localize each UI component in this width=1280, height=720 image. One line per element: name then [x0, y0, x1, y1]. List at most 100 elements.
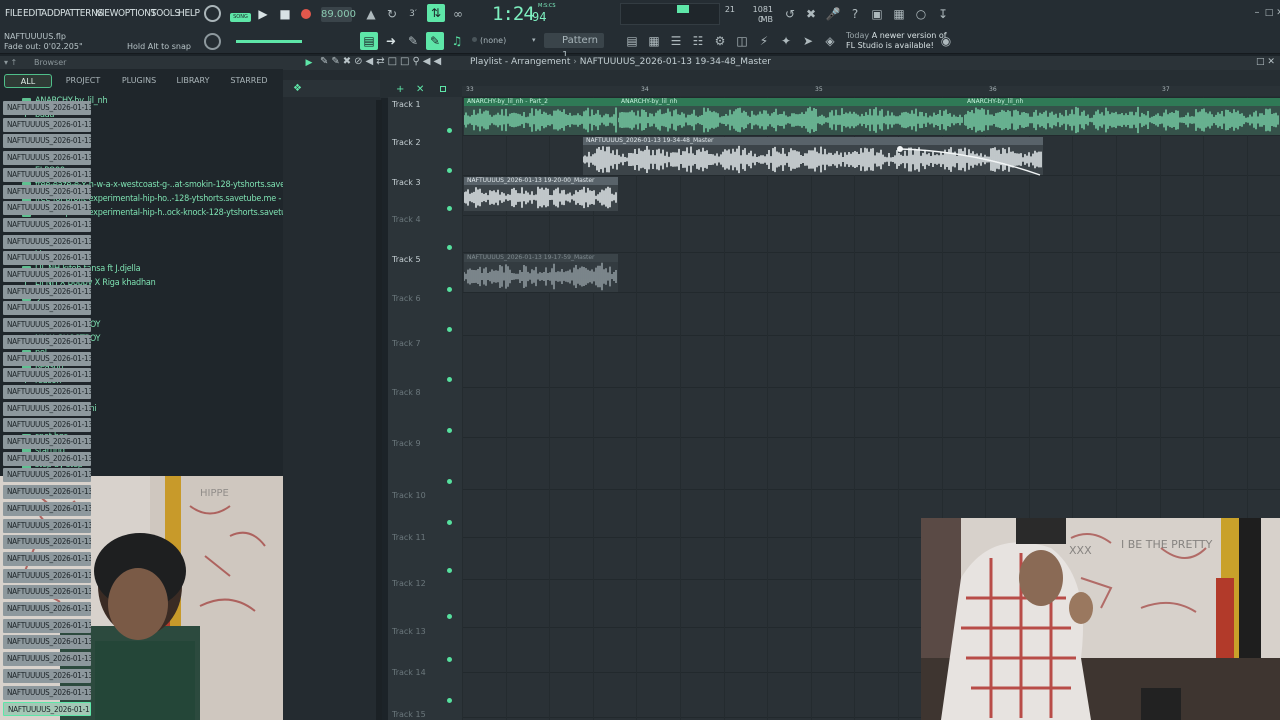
track-label[interactable]: Track 6 [392, 294, 421, 303]
arrow-right-icon[interactable]: ➜ [382, 32, 400, 50]
clip-source-item[interactable]: NAFTUUUUS_2026-01-13... [3, 234, 91, 249]
playlist-menu-icon[interactable]: ▶ [300, 54, 318, 72]
clip-source-item[interactable]: NAFTUUUUS_2026-01-13... [3, 284, 91, 299]
menu-file[interactable]: FILE [5, 8, 23, 19]
clip-source-item[interactable]: NAFTUUUUS_2026-01-13... [3, 535, 91, 550]
track-mute-indicator[interactable] [447, 428, 452, 433]
clip-list-scrollbar[interactable] [376, 100, 382, 720]
track-label[interactable]: Track 1 [392, 100, 421, 109]
tab-plugins[interactable]: PLUGINS [114, 74, 164, 88]
clip-source-item[interactable]: NAFTUUUUS_2026-01-13... [3, 201, 91, 216]
playlist-view-icon[interactable]: ▤ [360, 32, 378, 50]
track-label[interactable]: Track 13 [392, 627, 426, 636]
plugin-icon[interactable]: ▦ [890, 5, 908, 23]
clip-source-item[interactable]: NAFTUUUUS_2026-01-13... [3, 251, 91, 266]
pattern-selector[interactable]: Pattern 1 [544, 33, 604, 61]
globe-icon[interactable]: ◉ [937, 32, 955, 50]
play-icon[interactable]: ▶ [254, 5, 272, 23]
clip-source-item[interactable]: NAFTUUUUS_2026-01-13... [3, 501, 91, 516]
track-label[interactable]: Track 4 [392, 215, 421, 224]
wand-icon[interactable]: ✦ [777, 32, 795, 50]
track-mute-indicator[interactable] [447, 614, 452, 619]
clip-source-item[interactable]: NAFTUUUUS_2026-01-13... [3, 184, 91, 199]
time-display[interactable]: 1:24 [492, 3, 535, 25]
clip-source-item[interactable]: NAFTUUUUS_2026-01-13... [3, 101, 91, 115]
clip-source-item[interactable]: NAFTUUUUS_2026-01-13... [3, 668, 91, 683]
pencil-tool-icon[interactable]: ✎ [404, 32, 422, 50]
main-volume-knob[interactable] [204, 5, 221, 22]
menu-tools[interactable]: TOOLS [151, 8, 180, 19]
download-icon[interactable]: ↧ [934, 5, 952, 23]
clipboard-icon[interactable]: ◫ [733, 32, 751, 50]
tab-project[interactable]: PROJECT [58, 74, 108, 88]
track-mute-indicator[interactable] [447, 479, 452, 484]
clip-source-item[interactable]: NAFTUUUUS_2026-01-13... [3, 568, 91, 583]
channel-select[interactable]: (none) [480, 36, 506, 45]
wait-input-icon[interactable]: ↻ [383, 5, 401, 23]
news-panel[interactable]: Today A newer version of FL Studio is av… [846, 31, 947, 51]
clip-source-item[interactable]: NAFTUUUUS_2026-01-13... [3, 418, 91, 433]
microphone-icon[interactable]: 🎤 [824, 5, 842, 23]
track-label[interactable]: Track 8 [392, 388, 421, 397]
tab-library[interactable]: LIBRARY [168, 74, 218, 88]
dropdown-arrow-icon[interactable]: ▾ [532, 36, 536, 44]
channel-rack-icon[interactable]: ☰ [667, 32, 685, 50]
clip-source-item[interactable]: NAFTUUUUS_2026-01-13... [3, 167, 91, 182]
undo-icon[interactable]: ↺ [781, 5, 799, 23]
mixer-icon[interactable]: ☷ [689, 32, 707, 50]
track-label[interactable]: Track 14 [392, 668, 426, 677]
remove-icon[interactable]: ✕ [416, 84, 424, 95]
track-label[interactable]: Track 9 [392, 439, 421, 448]
bell-icon[interactable]: ♫ [448, 32, 466, 50]
clip-list-add-icon[interactable]: ❖ [293, 83, 302, 94]
save-icon[interactable]: ▣ [868, 5, 886, 23]
track-mute-indicator[interactable] [447, 657, 452, 662]
audio-clip[interactable]: ANARCHY-by_lil_nh [964, 98, 1280, 135]
menu-add[interactable]: ADD [41, 8, 60, 19]
playlist-icon[interactable]: ▤ [623, 32, 641, 50]
clip-source-item[interactable]: NAFTUUUUS_2026-01-13... [3, 401, 91, 416]
track-label[interactable]: Track 12 [392, 579, 426, 588]
blend-notes-icon[interactable]: ⇅ [427, 4, 445, 22]
clip-source-item[interactable]: NAFTUUUUS_2026-01-13... [3, 518, 91, 533]
audio-clip[interactable]: NAFTUUUUS_2026-01-13 19-17-59_Master [464, 254, 618, 292]
browser-icon[interactable]: ⚙ [711, 32, 729, 50]
track-mute-indicator[interactable] [447, 128, 452, 133]
browser-options-icon[interactable]: ▾ ↑ [4, 58, 17, 67]
track-mute-indicator[interactable] [447, 168, 452, 173]
timeline-ruler[interactable] [462, 86, 1280, 96]
piano-roll-icon[interactable]: ▦ [645, 32, 663, 50]
clip-source-item[interactable]: NAFTUUUUS_2026-01-13... [3, 551, 91, 566]
track-mute-indicator[interactable] [447, 520, 452, 525]
tab-all[interactable]: ALL [4, 74, 52, 88]
stop-icon[interactable]: ■ [276, 5, 294, 23]
song-mode-toggle[interactable]: SONG [230, 13, 251, 22]
tempo-tap-icon[interactable]: ➤ [799, 32, 817, 50]
track-label[interactable]: Track 15 [392, 710, 426, 719]
clip-source-item[interactable]: NAFTUUUUS_2026-01-13... [3, 485, 91, 500]
loop-record-icon[interactable]: ∞ [449, 5, 467, 23]
brush-tool-icon[interactable]: ✎ [426, 32, 444, 50]
mixer-link-icon[interactable]: ✖ [802, 5, 820, 23]
clip-source-item[interactable]: NAFTUUUUS_2026-01-13... [3, 351, 91, 366]
master-volume-slider[interactable] [236, 40, 302, 43]
metronome-icon[interactable]: ▲ [362, 5, 380, 23]
track-label[interactable]: Track 11 [392, 533, 426, 542]
audio-clip[interactable]: NAFTUUUUS_2026-01-13 19-20-00_Master [464, 177, 618, 211]
track-label[interactable]: Track 7 [392, 339, 421, 348]
clip-source-item[interactable]: NAFTUUUUS_2026-01-13... [3, 652, 91, 667]
help-icon[interactable]: ? [846, 5, 864, 23]
clip-source-item[interactable]: NAFTUUUUS_2026-01-13... [3, 685, 91, 700]
snap-icon[interactable] [440, 86, 446, 92]
track-mute-indicator[interactable] [447, 245, 452, 250]
clip-source-item[interactable]: NAFTUUUUS_2026-01-13... [3, 451, 91, 466]
tab-starred[interactable]: STARRED [224, 74, 274, 88]
audio-clip[interactable]: ANARCHY-by_lil_nh [618, 98, 964, 135]
clip-source-item[interactable]: NAFTUUUUS_2026-01-13... [3, 268, 91, 282]
clip-source-item[interactable]: NAFTUUUUS_2026-01-13... [3, 318, 91, 333]
tempo-display[interactable]: 89.000 [321, 7, 356, 22]
track-mute-indicator[interactable] [447, 568, 452, 573]
clip-source-item[interactable]: NAFTUUUUS_2026-01-13... [3, 702, 91, 717]
track-mute-indicator[interactable] [447, 327, 452, 332]
menu-view[interactable]: VIEW [96, 8, 118, 19]
